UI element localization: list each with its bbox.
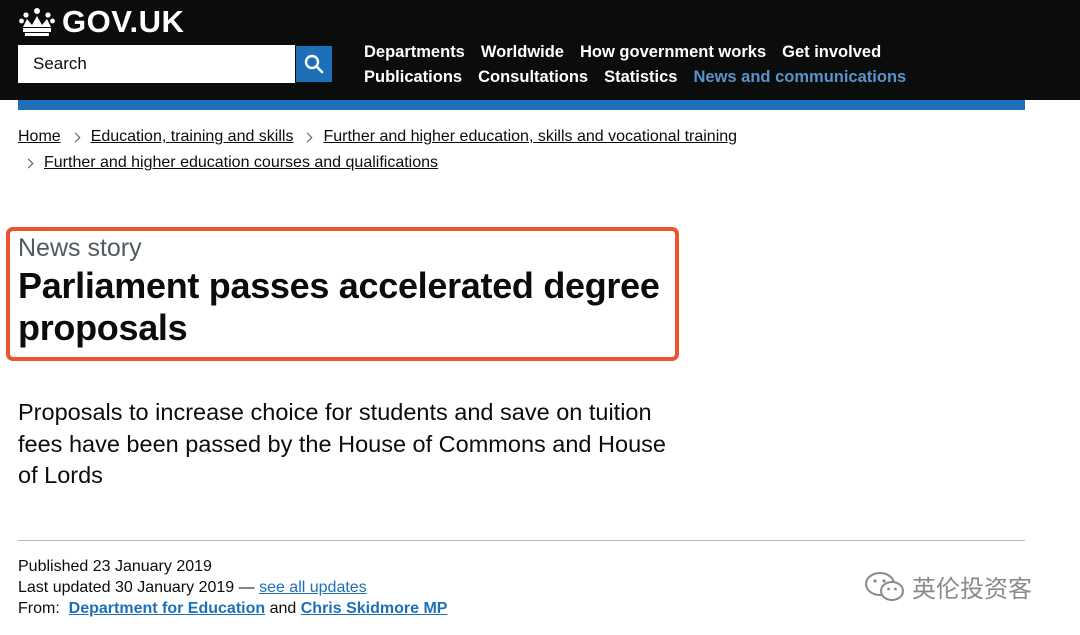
nav-news-and-communications[interactable]: News and communications [693, 68, 906, 87]
org-link-dfe[interactable]: Department for Education [69, 600, 265, 617]
breadcrumb-row-1: Home Education, training and skills Furt… [18, 124, 1018, 150]
crown-icon [19, 8, 55, 36]
site-header: GOV.UK Search Departments Worldwide How … [0, 0, 1080, 100]
nav-worldwide[interactable]: Worldwide [481, 43, 564, 62]
lead-paragraph: Proposals to increase choice for student… [18, 399, 666, 488]
nav-row-2: Publications Consultations Statistics Ne… [364, 65, 964, 90]
breadcrumb-courses-qualifications[interactable]: Further and higher education courses and… [44, 150, 438, 176]
from-label: From: [18, 600, 60, 617]
watermark: 英伦投资客 [864, 569, 1032, 604]
main-nav: Departments Worldwide How government wor… [364, 40, 964, 90]
nav-consultations[interactable]: Consultations [478, 68, 588, 87]
watermark-text: 英伦投资客 [912, 576, 1032, 603]
and-text: and [269, 600, 297, 617]
updated-date: Last updated 30 January 2019 — [18, 579, 260, 596]
search-placeholder: Search [33, 54, 87, 73]
nav-how-government-works[interactable]: How government works [580, 43, 766, 62]
chevron-right-icon [70, 132, 81, 142]
nav-publications[interactable]: Publications [364, 68, 462, 87]
see-all-updates-link[interactable]: see all updates [259, 579, 367, 596]
search-input[interactable]: Search [18, 45, 295, 83]
divider [18, 540, 1025, 541]
nav-departments[interactable]: Departments [364, 43, 465, 62]
wechat-icon [865, 571, 904, 601]
page-title: Parliament passes accelerated degree pro… [18, 265, 660, 348]
updated-line: Last updated 30 January 2019 — see all u… [18, 577, 447, 598]
nav-statistics[interactable]: Statistics [604, 68, 677, 87]
org-link-skidmore[interactable]: Chris Skidmore MP [301, 600, 448, 617]
breadcrumb-home[interactable]: Home [18, 124, 61, 150]
breadcrumb-education[interactable]: Education, training and skills [91, 124, 294, 150]
publication-metadata: Published 23 January 2019 Last updated 3… [18, 556, 447, 619]
chevron-right-icon [303, 132, 313, 142]
breadcrumb: Home Education, training and skills Furt… [18, 124, 1018, 176]
search-form: Search [18, 45, 333, 83]
breadcrumb-row-2: Further and higher education courses and… [18, 150, 1018, 176]
logo-text: GOV.UK [62, 4, 185, 39]
from-line: From: Department for Education and Chris… [18, 598, 447, 619]
govuk-logo[interactable]: GOV.UK [18, 4, 184, 40]
nav-get-involved[interactable]: Get involved [782, 43, 881, 62]
page-caption: News story [18, 234, 142, 262]
nav-row-1: Departments Worldwide How government wor… [364, 40, 964, 65]
header-blue-bar [18, 100, 1025, 110]
chevron-right-icon [23, 158, 34, 168]
search-icon [304, 54, 324, 74]
search-button[interactable] [295, 45, 333, 83]
breadcrumb-further-higher-education[interactable]: Further and higher education, skills and… [323, 124, 737, 150]
published-date: Published 23 January 2019 [18, 558, 212, 575]
